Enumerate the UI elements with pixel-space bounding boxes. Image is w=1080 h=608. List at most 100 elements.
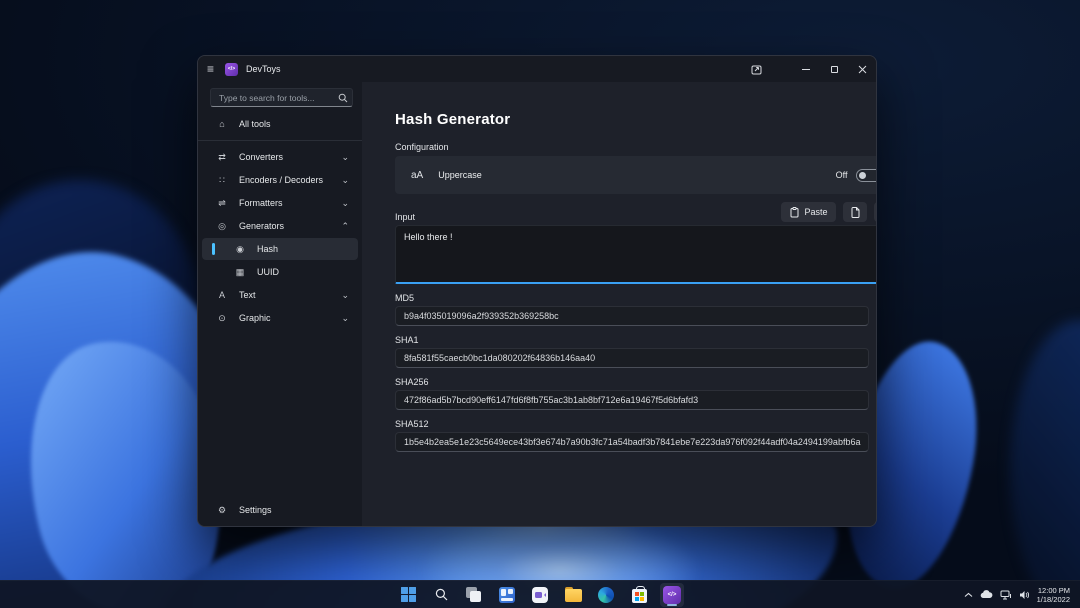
- clear-input-button[interactable]: ×: [874, 202, 877, 222]
- search-icon: [435, 588, 448, 601]
- sidebar-item-encoders-decoders[interactable]: ∷ Encoders / Decoders ⌄: [202, 169, 358, 191]
- network-tray-button[interactable]: [1000, 590, 1012, 600]
- load-file-button[interactable]: [843, 202, 867, 222]
- sidebar-item-label: Graphic: [239, 313, 271, 323]
- tray-overflow-button[interactable]: [964, 592, 973, 598]
- sidebar-item-label: Hash: [257, 244, 278, 254]
- sha256-row: 472f86ad5b7bcd90eff6147fd6f8fb755ac3b1ab…: [395, 390, 877, 410]
- sidebar-divider: [198, 140, 362, 141]
- page-title: Hash Generator: [395, 111, 877, 128]
- main-content: Hash Generator Configuration aA Uppercas…: [362, 82, 877, 527]
- edge-button[interactable]: [594, 583, 618, 607]
- windows-start-icon: [401, 587, 416, 602]
- chevron-down-icon[interactable]: ⌄: [341, 290, 349, 301]
- chevron-up-icon[interactable]: ⌃: [341, 221, 349, 232]
- store-button[interactable]: [627, 583, 651, 607]
- sidebar-item-label: Converters: [239, 152, 283, 162]
- maximize-icon: [831, 66, 838, 73]
- converters-icon: ⇄: [216, 152, 228, 163]
- home-icon: ⌂: [216, 119, 228, 129]
- onedrive-tray-button[interactable]: [980, 590, 993, 599]
- generators-icon: ◎: [216, 221, 228, 232]
- close-icon: [858, 65, 867, 74]
- widgets-icon: [499, 587, 515, 603]
- uppercase-label: Uppercase: [438, 170, 482, 180]
- input-heading: Input: [395, 212, 415, 222]
- sidebar-item-label: Settings: [239, 505, 272, 515]
- file-icon: [851, 207, 860, 218]
- titlebar: ≡ </> DevToys: [198, 56, 876, 82]
- chevron-down-icon[interactable]: ⌄: [341, 198, 349, 209]
- sha256-value: 472f86ad5b7bcd90eff6147fd6f8fb755ac3b1ab…: [404, 395, 698, 405]
- sidebar-item-settings[interactable]: ⚙ Settings: [202, 499, 358, 521]
- uppercase-toggle[interactable]: [856, 169, 877, 182]
- chat-button[interactable]: [528, 583, 552, 607]
- configuration-heading: Configuration: [395, 142, 877, 152]
- gear-icon: ⚙: [216, 505, 228, 516]
- sha512-row: 1b5e4b2ea5e1e23c5649ece43bf3e674b7a90b3f…: [395, 432, 877, 452]
- chevron-down-icon[interactable]: ⌄: [341, 152, 349, 163]
- tool-search-box[interactable]: [210, 88, 353, 107]
- sidebar-item-converters[interactable]: ⇄ Converters ⌄: [202, 146, 358, 168]
- uuid-icon: ▦: [234, 267, 246, 278]
- volume-tray-button[interactable]: [1019, 590, 1030, 600]
- maximize-button[interactable]: [820, 56, 848, 82]
- file-explorer-button[interactable]: [561, 583, 585, 607]
- sidebar-item-label: UUID: [257, 267, 279, 277]
- clipboard-icon: [790, 207, 799, 218]
- sha256-output-field[interactable]: 472f86ad5b7bcd90eff6147fd6f8fb755ac3b1ab…: [395, 390, 869, 410]
- sha1-output-field[interactable]: 8fa581f55caecb0bc1da080202f64836b146aa40: [395, 348, 869, 368]
- minimize-button[interactable]: [792, 56, 820, 82]
- md5-row: b9a4f035019096a2f939352b369258bc: [395, 306, 877, 326]
- sidebar-item-hash[interactable]: ◉ Hash: [202, 238, 358, 260]
- sha1-row: 8fa581f55caecb0bc1da080202f64836b146aa40: [395, 348, 877, 368]
- paste-button-label: Paste: [804, 207, 827, 217]
- search-icon[interactable]: [334, 93, 352, 103]
- paste-button[interactable]: Paste: [781, 202, 836, 222]
- task-view-button[interactable]: [462, 583, 486, 607]
- clock-time: 12:00 PM: [1037, 586, 1070, 595]
- devtoys-icon: </>: [663, 586, 681, 604]
- sidebar-item-formatters[interactable]: ⇌ Formatters ⌄: [202, 192, 358, 214]
- sidebar-item-label: Generators: [239, 221, 284, 231]
- sidebar-item-uuid[interactable]: ▦ UUID: [202, 261, 358, 283]
- compact-overlay-icon: [751, 64, 762, 75]
- sha1-value: 8fa581f55caecb0bc1da080202f64836b146aa40: [404, 353, 595, 363]
- hamburger-menu-icon[interactable]: ≡: [207, 63, 214, 75]
- md5-output-field[interactable]: b9a4f035019096a2f939352b369258bc: [395, 306, 869, 326]
- devtoys-logo-icon: </>: [225, 63, 238, 76]
- start-button[interactable]: [396, 583, 420, 607]
- md5-value: b9a4f035019096a2f939352b369258bc: [404, 311, 559, 321]
- input-textarea[interactable]: Hello there !: [395, 225, 877, 284]
- microsoft-store-icon: [632, 589, 647, 603]
- formatters-icon: ⇌: [216, 198, 228, 209]
- sidebar-item-all-tools[interactable]: ⌂ All tools: [202, 113, 358, 135]
- chevron-down-icon[interactable]: ⌄: [341, 175, 349, 186]
- search-input[interactable]: [211, 93, 334, 103]
- devtoys-taskbar-button[interactable]: </>: [660, 583, 684, 607]
- chevron-down-icon[interactable]: ⌄: [341, 313, 349, 324]
- clock[interactable]: 12:00 PM 1/18/2022: [1037, 586, 1070, 604]
- taskbar-search-button[interactable]: [429, 583, 453, 607]
- sidebar-item-generators[interactable]: ◎ Generators ⌃: [202, 215, 358, 237]
- hash-icon: ◉: [234, 244, 246, 255]
- compact-overlay-button[interactable]: [742, 56, 770, 82]
- sha1-label: SHA1: [395, 335, 877, 345]
- devtoys-window: ≡ </> DevToys: [197, 55, 877, 527]
- toggle-knob: [859, 172, 866, 179]
- close-button[interactable]: [848, 56, 876, 82]
- system-tray: 12:00 PM 1/18/2022: [964, 581, 1080, 608]
- file-explorer-icon: [565, 589, 582, 602]
- chat-icon: [532, 587, 548, 603]
- taskbar: </>: [0, 580, 1080, 608]
- sidebar-item-text[interactable]: A Text ⌄: [202, 284, 358, 306]
- sha512-output-field[interactable]: 1b5e4b2ea5e1e23c5649ece43bf3e674b7a90b3f…: [395, 432, 869, 452]
- sidebar-item-label: Text: [239, 290, 256, 300]
- sidebar-item-graphic[interactable]: ⊙ Graphic ⌄: [202, 307, 358, 329]
- widgets-button[interactable]: [495, 583, 519, 607]
- network-icon: [1000, 590, 1012, 600]
- sha512-value: 1b5e4b2ea5e1e23c5649ece43bf3e674b7a90b3f…: [404, 437, 860, 447]
- encoders-decoders-icon: ∷: [216, 175, 228, 186]
- edge-icon: [598, 587, 614, 603]
- sidebar: ⌂ All tools ⇄ Converters ⌄ ∷ Encoders / …: [198, 82, 362, 527]
